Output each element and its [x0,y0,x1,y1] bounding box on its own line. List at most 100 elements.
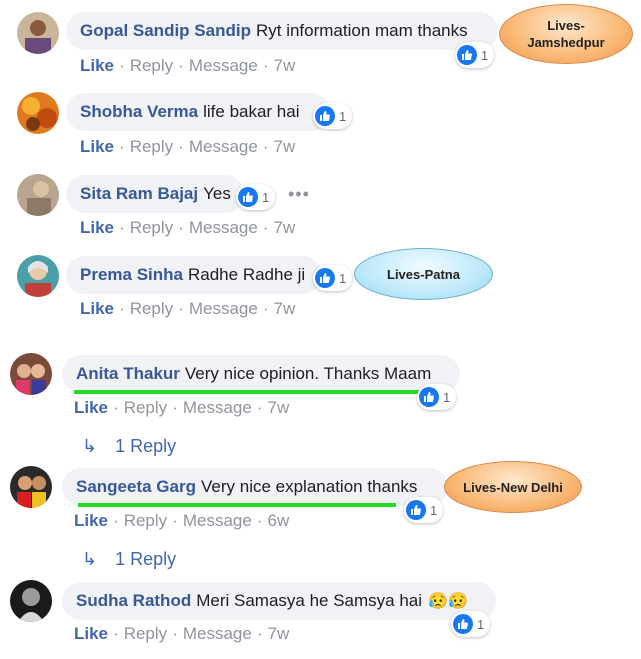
timestamp[interactable]: 7w [274,56,296,75]
location-callout-new-delhi: Lives-New Delhi [444,461,582,513]
reply-link[interactable]: Reply [124,624,167,643]
comment-bubble: Anita Thakur Very nice opinion. Thanks M… [62,355,460,393]
comment-actions: Like · Reply · Message · 7w [80,299,296,318]
replies-count[interactable]: 1 Reply [115,436,176,457]
author-name[interactable]: Sangeeta Garg [76,477,196,497]
comment-text: Radhe Radhe ji [188,265,306,284]
author-name[interactable]: Prema Sinha [80,265,183,285]
comment-bubble: Gopal Sandip Sandip Ryt information mam … [66,12,498,50]
reply-link[interactable]: Reply [130,137,173,156]
comment-text: Very nice explanation thanks [201,477,418,496]
reply-arrow-icon: ↳ [82,436,98,456]
comment-bubble: Sita Ram Bajaj Yes [66,175,244,213]
callout-text: Lives-Patna [387,266,460,282]
highlight-underline [78,503,396,507]
comment-bubble: Prema Sinha Radhe Radhe ji [66,256,322,294]
location-callout-patna: Lives-Patna [354,248,493,300]
timestamp[interactable]: 6w [268,511,290,530]
callout-text: Lives- Jamshedpur [527,18,605,50]
comment-text: Ryt information mam thanks [255,21,468,40]
replies-count[interactable]: 1 Reply [115,549,176,570]
timestamp[interactable]: 7w [268,624,290,643]
avatar[interactable] [10,353,52,395]
comment-text: Meri Samasya he Samsya hai [196,591,423,610]
reply-link[interactable]: Reply [130,299,173,318]
author-name[interactable]: Gopal Sandip Sandip [80,21,251,41]
reply-link[interactable]: Reply [130,56,173,75]
reaction-number: 1 [443,389,451,405]
avatar[interactable] [17,174,59,216]
reaction-count[interactable]: 1 [455,42,495,68]
reaction-number: 1 [430,502,438,518]
reaction-number: 1 [339,108,347,124]
author-name[interactable]: Anita Thakur [76,364,180,384]
avatar[interactable] [10,580,52,622]
comment-actions: Like · Reply · Message · 7w [80,56,296,75]
reaction-number: 1 [339,270,347,286]
reaction-count[interactable]: 1 [313,265,353,291]
like-link[interactable]: Like [74,398,108,417]
sad-emoji: 😥😥 [428,593,468,610]
comment-text: life bakar hai [203,102,300,121]
message-link[interactable]: Message [183,624,252,643]
message-link[interactable]: Message [189,137,258,156]
like-icon [315,106,335,126]
reaction-count[interactable]: 1 [313,103,353,129]
comment-text: Yes [203,184,231,203]
location-callout-jamshedpur: Lives- Jamshedpur [499,4,633,64]
comment-actions: Like · Reply · Message · 6w [74,511,290,530]
timestamp[interactable]: 7w [268,398,290,417]
reaction-count[interactable]: 1 [236,184,276,210]
reply-link[interactable]: Reply [124,398,167,417]
more-options-icon[interactable]: ••• [288,184,310,205]
like-link[interactable]: Like [80,56,114,75]
view-replies-link[interactable]: ↳ 1 Reply [82,549,176,570]
author-name[interactable]: Shobha Verma [80,102,198,122]
like-icon [315,268,335,288]
author-name[interactable]: Sudha Rathod [76,591,191,611]
callout-text: Lives-New Delhi [463,479,563,495]
timestamp[interactable]: 7w [274,299,296,318]
message-link[interactable]: Message [189,299,258,318]
reaction-count[interactable]: 1 [451,611,491,637]
comment-actions: Like · Reply · Message · 7w [74,624,290,643]
comment-text: Very nice opinion. Thanks Maam [184,364,432,383]
like-link[interactable]: Like [74,624,108,643]
reply-arrow-icon: ↳ [82,549,98,569]
avatar[interactable] [10,466,52,508]
like-link[interactable]: Like [80,218,114,237]
like-icon [238,187,258,207]
like-icon [457,45,477,65]
reaction-count[interactable]: 1 [404,497,444,523]
message-link[interactable]: Message [183,398,252,417]
avatar[interactable] [17,92,59,134]
reaction-number: 1 [262,189,270,205]
message-link[interactable]: Message [183,511,252,530]
avatar[interactable] [17,255,59,297]
reply-link[interactable]: Reply [130,218,173,237]
like-link[interactable]: Like [80,299,114,318]
comment-bubble: Shobha Verma life bakar hai [66,93,330,131]
comment-bubble: Sudha Rathod Meri Samasya he Samsya hai … [62,582,496,620]
message-link[interactable]: Message [189,218,258,237]
like-icon [406,500,426,520]
reaction-number: 1 [481,47,489,63]
comment-bubble: Sangeeta Garg Very nice explanation than… [62,468,448,506]
reaction-count[interactable]: 1 [417,384,457,410]
like-icon [453,614,473,634]
avatar[interactable] [17,12,59,54]
comment-actions: Like · Reply · Message · 7w [80,218,296,237]
message-link[interactable]: Message [189,56,258,75]
comment-actions: Like · Reply · Message · 7w [74,398,290,417]
like-link[interactable]: Like [74,511,108,530]
highlight-underline [74,390,428,394]
comment-actions: Like · Reply · Message · 7w [80,137,296,156]
timestamp[interactable]: 7w [274,137,296,156]
like-link[interactable]: Like [80,137,114,156]
like-icon [419,387,439,407]
view-replies-link[interactable]: ↳ 1 Reply [82,436,176,457]
reaction-number: 1 [477,616,485,632]
timestamp[interactable]: 7w [274,218,296,237]
author-name[interactable]: Sita Ram Bajaj [80,184,198,204]
reply-link[interactable]: Reply [124,511,167,530]
